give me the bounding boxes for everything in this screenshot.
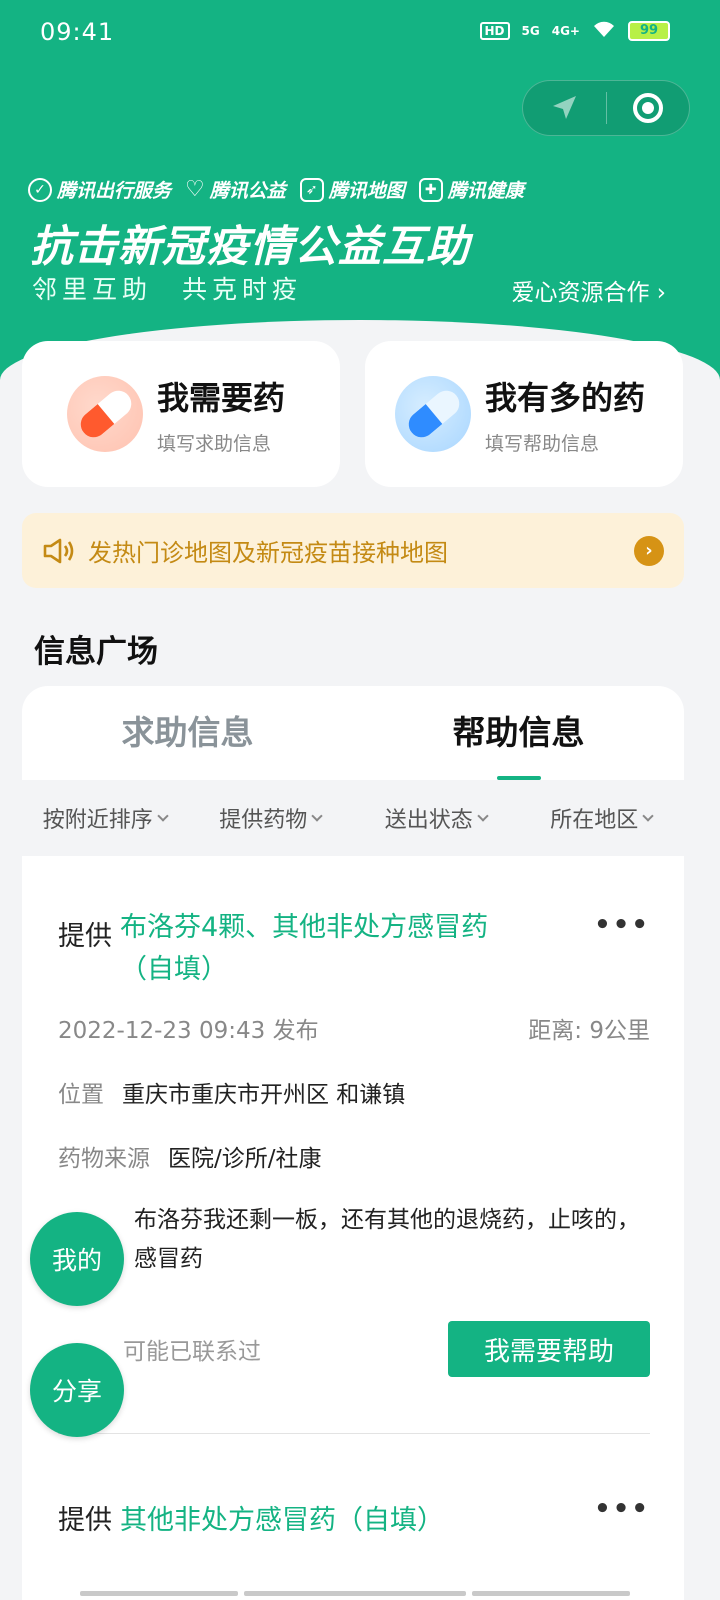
list-item[interactable]: 提供 其他非处方感冒药（自填） •••	[22, 1434, 684, 1537]
need-medicine-card[interactable]: 我需要药 填写求助信息	[22, 341, 340, 487]
battery-icon: 99	[628, 20, 670, 41]
filter-label: 送出状态	[384, 808, 473, 833]
need-help-button[interactable]: 我需要帮助	[448, 1321, 650, 1377]
partner-charity: ♡ 腾讯公益	[185, 176, 286, 203]
signal-5g-icon: 5G	[521, 23, 540, 38]
post-distance: 距离: 9公里	[528, 1018, 650, 1044]
filter-sort-nearby[interactable]: 按附近排序	[22, 802, 188, 834]
tab-help-requests[interactable]: 求助信息	[22, 686, 353, 780]
navigation-icon	[553, 96, 577, 119]
post-prefix: 提供	[58, 1505, 112, 1536]
more-options-icon[interactable]: •••	[594, 910, 650, 940]
source-value: 医院/诊所/社康	[168, 1146, 322, 1172]
partner-health: ✚ 腾讯健康	[418, 176, 524, 203]
location-label: 位置	[58, 1082, 104, 1108]
filter-bar: 按附近排序 提供药物 送出状态 所在地区	[22, 780, 684, 856]
post-title: 其他非处方感冒药（自填）	[120, 1505, 444, 1536]
partner-label: 腾讯健康	[447, 180, 524, 202]
filter-region[interactable]: 所在地区	[519, 802, 685, 834]
partner-label: 腾讯地图	[328, 180, 405, 202]
post-title: 布洛芬4颗、其他非处方感冒药（自填）	[120, 912, 489, 985]
miniapp-capsule	[522, 80, 690, 136]
partner-logos: ✓ 腾讯出行服务 ♡ 腾讯公益 ➶ 腾讯地图 ✚ 腾讯健康	[28, 176, 524, 203]
chevron-right-icon: ›	[634, 535, 664, 566]
source-label: 药物来源	[58, 1146, 150, 1172]
active-tab-indicator	[497, 776, 541, 780]
heart-logo-icon: ♡	[185, 177, 205, 202]
have-medicine-title: 我有多的药	[485, 378, 646, 417]
chevron-down-icon	[477, 810, 489, 822]
filter-medicine[interactable]: 提供药物	[188, 802, 354, 834]
red-pill-icon	[67, 376, 143, 452]
list-item[interactable]: 提供 布洛芬4颗、其他非处方感冒药（自填） ••• 2022-12-23 09:…	[22, 856, 684, 1434]
status-bar: 09:41 HD 5G 4G+ 99	[0, 0, 720, 66]
partner-label: 腾讯出行服务	[57, 180, 172, 202]
have-medicine-card[interactable]: 我有多的药 填写帮助信息	[365, 341, 683, 487]
share-floating-button[interactable]: 分享	[30, 1343, 124, 1437]
location-button[interactable]	[523, 81, 606, 135]
post-description: 布洛芬我还剩一板，还有其他的退烧药，止咳的，感冒药	[134, 1207, 640, 1272]
travel-logo-icon: ✓	[28, 177, 52, 202]
have-medicine-subtitle: 填写帮助信息	[485, 432, 600, 455]
signal-4g-icon: 4G+	[551, 23, 580, 38]
target-icon	[632, 93, 663, 123]
location-value: 重庆市重庆市开州区 和谦镇	[122, 1082, 406, 1108]
post-time: 2022-12-23 09:43 发布	[58, 1018, 319, 1044]
page-title: 抗击新冠疫情公益互助	[30, 222, 470, 272]
wifi-icon	[592, 20, 616, 41]
filter-label: 所在地区	[550, 808, 639, 833]
bottom-indicator	[80, 1591, 630, 1596]
health-logo-icon: ✚	[418, 177, 443, 202]
chevron-down-icon	[157, 810, 169, 822]
resource-cooperation-link[interactable]: 爱心资源合作 ›	[511, 273, 666, 307]
hand-pill-icon	[395, 376, 471, 452]
mine-floating-button[interactable]: 我的	[30, 1212, 124, 1306]
need-medicine-subtitle: 填写求助信息	[157, 432, 272, 455]
chevron-down-icon	[311, 810, 323, 822]
partner-map: ➶ 腾讯地图	[299, 176, 405, 203]
megaphone-icon	[43, 538, 74, 563]
tab-help-offers[interactable]: 帮助信息	[353, 686, 684, 780]
status-icons: HD 5G 4G+ 99	[479, 20, 670, 41]
hd-icon: HD	[479, 21, 510, 40]
page-subtitle: 邻里互助 共克时疫	[32, 275, 303, 304]
notice-text: 发热门诊地图及新冠疫苗接种地图	[88, 539, 448, 567]
filter-status[interactable]: 送出状态	[353, 802, 519, 834]
filter-label: 提供药物	[219, 808, 308, 833]
map-logo-icon: ➶	[299, 177, 324, 202]
more-options-icon[interactable]: •••	[594, 1494, 650, 1524]
filter-label: 按附近排序	[42, 808, 153, 833]
chevron-down-icon	[642, 810, 654, 822]
post-prefix: 提供	[58, 921, 112, 952]
info-feed: 求助信息 帮助信息 按附近排序 提供药物 送出状态 所在地区 提供 布洛芬4颗、…	[22, 686, 684, 1600]
need-medicine-title: 我需要药	[157, 378, 286, 417]
status-time: 09:41	[40, 18, 115, 46]
partner-label: 腾讯公益	[209, 180, 286, 202]
close-miniapp-button[interactable]	[607, 81, 690, 135]
feed-tabs: 求助信息 帮助信息	[22, 686, 684, 780]
partner-travel: ✓ 腾讯出行服务	[28, 176, 171, 203]
fever-clinic-notice[interactable]: 发热门诊地图及新冠疫苗接种地图 ›	[22, 513, 684, 588]
section-title: 信息广场	[34, 634, 158, 670]
